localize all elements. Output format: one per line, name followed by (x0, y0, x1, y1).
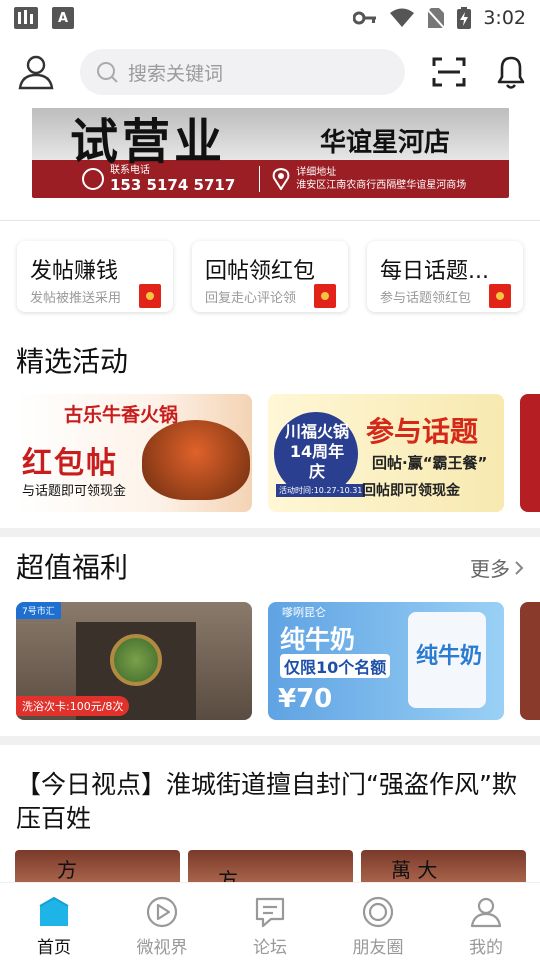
task-subtitle: 发帖被推送采用 (30, 291, 122, 306)
search-placeholder: 搜索关键词 (128, 62, 224, 85)
banner-address: 淮安区江南农商行西隔壁华谊星河商场 (296, 180, 467, 191)
tab-home[interactable]: 首页 (0, 883, 108, 960)
top-header: 搜索关键词 (0, 42, 540, 102)
activity-date: 活动时间:10.27-10.31 (276, 484, 366, 497)
activity-brand: 古乐牛香火锅 (64, 404, 179, 426)
news-image[interactable]: 方 (188, 850, 353, 882)
tab-forum[interactable]: 论坛 (216, 883, 324, 960)
task-card-post-earn[interactable]: 发帖赚钱 发帖被推送采用 (17, 241, 173, 312)
task-subtitle: 参与话题领红包 (380, 291, 472, 306)
task-subtitle: 回复走心评论领 (205, 291, 297, 306)
task-card-reply-redpacket[interactable]: 回帖领红包 回复走心评论领 (192, 241, 348, 312)
status-time: 3:02 (483, 7, 526, 29)
bottom-tab-bar: 首页 微视界 论坛 朋友圈 我的 (0, 882, 540, 960)
welfare-card-bath[interactable]: 7号市汇 洗浴次卡:100元/8次 (16, 602, 252, 720)
task-card-daily-topic[interactable]: 每日话题... 参与话题领红包 (367, 241, 523, 312)
tab-label: 论坛 (253, 938, 287, 958)
milk-bag-image: 纯牛奶 (408, 612, 486, 708)
news-image[interactable]: 萬 大 (361, 850, 526, 882)
banner-separator (259, 166, 261, 192)
battery-charging-icon (457, 7, 472, 29)
activity-line2: 回帖即可领现金 (362, 483, 460, 499)
activity-card-topic[interactable]: 川福火锅14周年庆 活动时间:10.27-10.31 参与话题 回帖·赢“霸王餐… (268, 394, 504, 512)
banner-phone: 153 5174 5717 (110, 175, 236, 194)
news-image[interactable]: 方 (15, 850, 180, 882)
divider (0, 220, 540, 221)
task-title: 每日话题... (380, 259, 489, 284)
tab-label: 朋友圈 (352, 938, 404, 958)
news-image-char: 方 (57, 858, 77, 882)
tab-moments[interactable]: 朋友圈 (324, 883, 432, 960)
search-icon (97, 62, 118, 83)
welfare-price: ¥70 (278, 684, 333, 714)
chevron-right-icon (515, 560, 524, 575)
news-image-char: 方 (218, 868, 238, 882)
no-sim-icon (427, 8, 446, 29)
activity-line1: 回帖·赢“霸王餐” (372, 454, 488, 472)
welfare-tag: 洗浴次卡:100元/8次 (16, 696, 130, 716)
banner-store-name: 华谊星河店 (320, 128, 451, 158)
welfare-logo: 7号市汇 (16, 602, 61, 619)
tab-label: 微视界 (136, 938, 188, 958)
location-icon (272, 168, 290, 190)
activity-headline: 参与话题 (366, 415, 479, 448)
activity-brand: 川福火锅14周年庆 (284, 422, 349, 481)
tab-label: 我的 (469, 938, 503, 958)
phone-icon (82, 168, 104, 190)
section-title-welfare: 超值福利 (16, 551, 129, 584)
news-image-char: 萬 大 (391, 858, 438, 882)
decor-ring (110, 634, 162, 686)
a-badge-icon: A (52, 7, 74, 29)
red-envelope-icon (314, 284, 336, 308)
profile-icon[interactable] (18, 54, 54, 90)
welfare-shop: 嗲咧昆仑 (282, 606, 326, 619)
activity-headline: 红包帖 (22, 446, 118, 481)
section-divider (0, 736, 540, 745)
section-divider (0, 528, 540, 537)
promo-banner[interactable]: 试营业 华谊星河店 联系电话 153 5174 5717 详细地址 淮安区江南农… (32, 108, 509, 198)
play-circle-icon (146, 896, 178, 928)
scan-icon[interactable] (432, 56, 466, 88)
home-icon (39, 896, 69, 926)
friends-circle-icon (362, 896, 394, 928)
activity-card-partial[interactable] (520, 394, 540, 512)
key-icon (353, 11, 377, 25)
welfare-card-milk[interactable]: 嗲咧昆仑 纯牛奶 仅限10个名额 ¥70 纯牛奶 (268, 602, 504, 720)
banner-info-bar: 联系电话 153 5174 5717 详细地址 淮安区江南农商行西隔壁华谊星河商… (32, 160, 509, 198)
banner-address-label: 详细地址 (296, 167, 337, 178)
news-title[interactable]: 【今日视点】淮城街道擅自封门“强盗作风”欺压百姓 (16, 768, 526, 836)
tab-micro-video[interactable]: 微视界 (108, 883, 216, 960)
section-title-activities: 精选活动 (16, 345, 129, 378)
welfare-limit: 仅限10个名额 (280, 654, 391, 678)
red-envelope-icon (489, 284, 511, 308)
task-title: 发帖赚钱 (30, 259, 119, 284)
tab-label: 首页 (37, 938, 71, 958)
welfare-card-partial[interactable] (520, 602, 540, 720)
notification-bell-icon[interactable] (494, 54, 528, 90)
task-title: 回帖领红包 (205, 259, 316, 284)
welfare-title: 纯牛奶 (280, 625, 356, 654)
status-bar: A 3:02 (0, 0, 540, 36)
signal-bars-icon (14, 7, 38, 29)
chat-icon (255, 897, 285, 928)
hotpot-image (142, 420, 250, 500)
more-label: 更多 (470, 557, 510, 581)
wifi-icon (390, 8, 415, 27)
activity-card-hotpot[interactable]: 古乐牛香火锅 红包帖 与话题即可领现金 (16, 394, 252, 512)
milk-bag-text: 纯牛奶 (416, 644, 483, 669)
red-envelope-icon (139, 284, 161, 308)
more-link[interactable]: 更多 (470, 553, 524, 582)
tab-mine[interactable]: 我的 (432, 883, 540, 960)
user-icon (470, 897, 502, 928)
banner-phone-label: 联系电话 (110, 164, 150, 176)
activity-subtitle: 与话题即可领现金 (22, 484, 127, 499)
search-bar[interactable]: 搜索关键词 (80, 49, 405, 95)
